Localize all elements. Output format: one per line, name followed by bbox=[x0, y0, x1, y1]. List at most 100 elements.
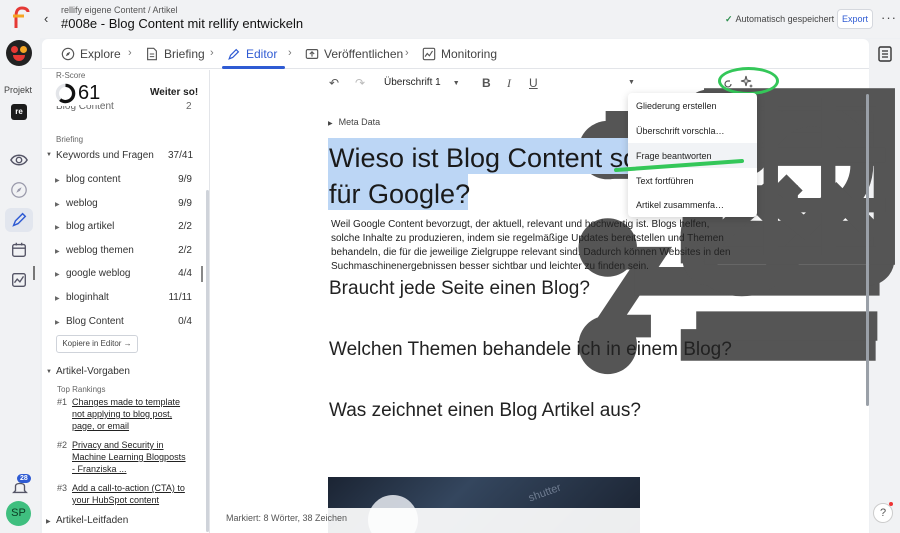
export-button[interactable]: Export bbox=[837, 9, 873, 29]
menu-item-headline-suggest[interactable]: Überschrift vorschla… bbox=[636, 126, 725, 136]
project-label: Projekt bbox=[4, 85, 33, 95]
tab-editor[interactable]: Editor bbox=[227, 47, 277, 61]
keyword-label: bloginhalt bbox=[66, 292, 109, 303]
project-badge[interactable]: re bbox=[11, 104, 27, 120]
keyword-count: 4/4 bbox=[178, 268, 192, 279]
tab-monitoring[interactable]: Monitoring bbox=[422, 47, 497, 61]
eye-icon[interactable] bbox=[10, 151, 28, 169]
ranking-number: #3 bbox=[57, 483, 68, 493]
keyword-label: Blog Content bbox=[66, 316, 124, 327]
keyword-count: 9/9 bbox=[178, 198, 192, 209]
underline-icon[interactable]: U bbox=[529, 76, 538, 90]
help-icon[interactable]: ? bbox=[873, 503, 893, 523]
chevron-down-icon[interactable]: ▼ bbox=[628, 79, 635, 86]
tab-label: Explore bbox=[80, 47, 121, 61]
article-paragraph[interactable]: Weil Google Content bevorzugt, der aktue… bbox=[331, 218, 735, 274]
expand-triangle-icon: ▶ bbox=[55, 178, 60, 184]
meta-data-toggle[interactable]: ▶ Meta Data bbox=[328, 117, 380, 127]
sidebar-scrollbar[interactable] bbox=[206, 190, 209, 532]
ranking-link[interactable]: Add a call-to-action (CTA) to your HubSpo… bbox=[72, 482, 200, 506]
notification-badge: 28 bbox=[17, 474, 31, 483]
article-guideline-title[interactable]: Artikel-Leitfaden bbox=[56, 515, 128, 526]
keyword-label: google weblog bbox=[66, 268, 131, 279]
expand-triangle-icon: ▶ bbox=[55, 202, 60, 208]
keyword-count: 0/4 bbox=[178, 316, 192, 327]
keyword-label: weblog themen bbox=[66, 245, 134, 256]
rscore-label: R-Score bbox=[56, 71, 86, 80]
breadcrumb[interactable]: rellify eigene Content / Artikel bbox=[61, 5, 178, 15]
page-title: #008e - Blog Content mit rellify entwick… bbox=[61, 16, 304, 31]
rellify-logo[interactable] bbox=[10, 6, 32, 30]
expand-triangle-icon[interactable]: ▼ bbox=[46, 369, 52, 375]
autosave-label: Automatisch gespeichert bbox=[735, 14, 835, 24]
expand-triangle-icon[interactable]: ▼ bbox=[46, 152, 52, 158]
menu-item-outline[interactable]: Gliederung erstellen bbox=[636, 101, 717, 111]
keyword-count: 9/9 bbox=[178, 174, 192, 185]
undo-icon[interactable]: ↶ bbox=[329, 76, 339, 90]
meta-data-label: Meta Data bbox=[338, 117, 381, 127]
tab-label: Editor bbox=[246, 47, 278, 61]
italic-icon[interactable]: I bbox=[507, 76, 511, 91]
chart-icon bbox=[422, 47, 436, 61]
back-arrow-icon[interactable]: ‹ bbox=[44, 11, 48, 26]
section-heading[interactable]: Was zeichnet einen Blog Artikel aus? bbox=[329, 400, 641, 422]
briefing-label: Briefing bbox=[56, 135, 84, 144]
pen-icon bbox=[228, 48, 240, 60]
ranking-link[interactable]: Privacy and Security in Machine Learning … bbox=[72, 439, 200, 475]
keyword-count: 11/11 bbox=[168, 292, 192, 303]
chart-icon[interactable] bbox=[10, 271, 28, 289]
sidebar-resize-handle[interactable] bbox=[201, 266, 203, 282]
autosave-status: ✓ Automatisch gespeichert bbox=[725, 14, 834, 25]
article-specs-title[interactable]: Artikel-Vorgaben bbox=[56, 366, 130, 377]
bold-icon[interactable]: B bbox=[482, 76, 491, 90]
tab-separator: › bbox=[128, 47, 132, 59]
sidebar-row-hidden-count: 2 bbox=[186, 101, 192, 112]
keyword-label: weblog bbox=[66, 198, 98, 209]
top-rankings-label: Top Rankings bbox=[57, 385, 106, 394]
user-avatar[interactable]: SP bbox=[6, 501, 31, 526]
chevron-down-icon: ▼ bbox=[452, 80, 460, 87]
section-heading[interactable]: Braucht jede Seite einen Blog? bbox=[329, 278, 590, 300]
heading-line: für Google? bbox=[329, 179, 471, 209]
document-icon bbox=[147, 47, 157, 61]
expand-triangle-icon[interactable]: ▶ bbox=[46, 518, 51, 525]
pen-icon[interactable] bbox=[10, 211, 28, 229]
redo-icon[interactable]: ↷ bbox=[355, 76, 365, 90]
tab-explore[interactable]: Explore bbox=[61, 47, 121, 61]
article-heading[interactable]: Wieso ist Blog Content so für Google? bbox=[329, 140, 649, 212]
ranking-line: Machine Learning Blogposts bbox=[72, 452, 186, 462]
copy-to-editor-button[interactable]: Kopiere in Editor → bbox=[56, 335, 138, 353]
ranking-line: page, or email bbox=[72, 421, 130, 431]
menu-item-summarize[interactable]: Artikel zusammenfa… bbox=[636, 200, 724, 210]
heading-select-value: Überschrift 1 bbox=[384, 77, 441, 88]
document-panel-icon[interactable] bbox=[878, 46, 892, 62]
tab-label: Monitoring bbox=[441, 47, 498, 61]
keyword-label: blog artikel bbox=[66, 221, 115, 232]
heading-select[interactable]: Überschrift 1 ▼ bbox=[384, 77, 460, 88]
ranking-number: #1 bbox=[57, 397, 68, 407]
rail-resize-handle[interactable] bbox=[33, 266, 35, 280]
keywords-group-title[interactable]: Keywords und Fragen bbox=[56, 150, 154, 161]
expand-triangle-icon: ▶ bbox=[55, 320, 60, 326]
tab-separator: › bbox=[288, 47, 292, 59]
project-avatar[interactable] bbox=[6, 40, 32, 66]
ranking-line: your HubSpot content bbox=[72, 495, 160, 505]
keyword-count: 2/2 bbox=[178, 221, 192, 232]
menu-item-continue-text[interactable]: Text fortführen bbox=[636, 176, 694, 186]
image-watermark: shutter bbox=[526, 481, 563, 505]
tab-briefing[interactable]: Briefing bbox=[145, 47, 205, 61]
publish-icon bbox=[305, 49, 319, 59]
compass-icon[interactable] bbox=[10, 181, 28, 199]
calendar-icon[interactable] bbox=[10, 241, 28, 259]
more-options-icon[interactable]: ··· bbox=[881, 10, 897, 25]
section-heading[interactable]: Welchen Themen behandele ich in einem Bl… bbox=[329, 339, 732, 361]
editor-scrollbar[interactable] bbox=[866, 94, 869, 406]
check-icon: ✓ bbox=[725, 14, 733, 24]
ranking-link[interactable]: Changes made to template not applying to … bbox=[72, 396, 200, 432]
keywords-group-count: 37/41 bbox=[168, 150, 194, 161]
rscore-gauge bbox=[55, 83, 76, 104]
annotation-underline bbox=[614, 159, 744, 172]
workflow-tabs: Explore › Briefing › Editor › Veröffentl… bbox=[42, 39, 869, 69]
tab-publish[interactable]: Veröffentlichen bbox=[305, 47, 403, 61]
ranking-line: Privacy and Security in bbox=[72, 440, 164, 450]
